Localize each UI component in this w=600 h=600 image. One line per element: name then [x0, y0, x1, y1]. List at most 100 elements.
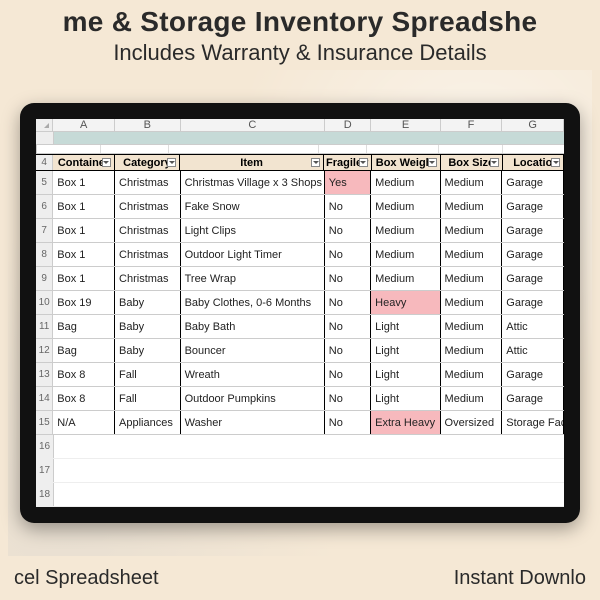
cell[interactable]: Light Clips	[181, 219, 325, 242]
col-letter[interactable]: G	[502, 119, 564, 131]
cell[interactable]: Attic	[502, 315, 564, 338]
filter-icon[interactable]	[428, 158, 437, 167]
cell[interactable]: N/A	[53, 411, 115, 434]
cell[interactable]: Wreath	[181, 363, 325, 386]
cell[interactable]: Garage	[502, 171, 564, 194]
cell[interactable]: No	[325, 387, 371, 410]
cell[interactable]: Medium	[441, 267, 503, 290]
cell[interactable]: Light	[371, 363, 440, 386]
cell[interactable]: Appliances	[115, 411, 181, 434]
cell[interactable]: Box 1	[53, 195, 115, 218]
row-number[interactable]: 9	[36, 267, 53, 290]
cell[interactable]: Medium	[441, 315, 503, 338]
cell[interactable]: No	[325, 243, 371, 266]
row-number[interactable]: 14	[36, 387, 53, 410]
cell[interactable]: Light	[371, 315, 440, 338]
cell[interactable]: Medium	[441, 339, 503, 362]
cell[interactable]: Box 1	[53, 243, 115, 266]
cell[interactable]: Garage	[502, 267, 564, 290]
row-number[interactable]: 18	[36, 483, 54, 506]
cell[interactable]: Medium	[371, 219, 440, 242]
cell[interactable]: Light	[371, 339, 440, 362]
cell[interactable]: Bouncer	[181, 339, 325, 362]
row-number[interactable]: 10	[36, 291, 53, 314]
cell[interactable]: Medium	[441, 195, 503, 218]
row-number[interactable]	[36, 132, 54, 144]
col-header-boxsize[interactable]: Box Size	[441, 155, 503, 170]
filter-icon[interactable]	[551, 158, 560, 167]
cell[interactable]: Christmas	[115, 243, 181, 266]
cell[interactable]: Fall	[115, 387, 181, 410]
cell[interactable]: No	[325, 339, 371, 362]
row-number[interactable]: 15	[36, 411, 53, 434]
row-number[interactable]: 12	[36, 339, 53, 362]
filter-icon[interactable]	[311, 158, 320, 167]
cell[interactable]: Outdoor Light Timer	[181, 243, 325, 266]
cell[interactable]: Garage	[502, 219, 564, 242]
cell[interactable]: Garage	[502, 387, 564, 410]
cell[interactable]: Baby	[115, 315, 181, 338]
row-number[interactable]: 11	[36, 315, 53, 338]
cell[interactable]: Medium	[441, 291, 503, 314]
row-number[interactable]: 16	[36, 435, 54, 458]
row-number[interactable]: 17	[36, 459, 54, 482]
cell[interactable]: Attic	[502, 339, 564, 362]
cell[interactable]: Christmas	[115, 267, 181, 290]
cell[interactable]: Medium	[371, 243, 440, 266]
cell[interactable]: Fall	[115, 363, 181, 386]
cell[interactable]: Christmas	[115, 219, 181, 242]
cell[interactable]: Baby Clothes, 0-6 Months	[181, 291, 325, 314]
cell[interactable]: Tree Wrap	[181, 267, 325, 290]
cell[interactable]: Medium	[441, 243, 503, 266]
col-letter[interactable]: D	[325, 119, 371, 131]
cell[interactable]: Baby	[115, 339, 181, 362]
cell[interactable]: Extra Heavy	[371, 411, 440, 434]
cell[interactable]: No	[325, 267, 371, 290]
col-header-container[interactable]: Container	[53, 155, 115, 170]
cell[interactable]: Storage Fac	[502, 411, 564, 434]
filter-icon[interactable]	[167, 158, 176, 167]
cell[interactable]: Garage	[502, 243, 564, 266]
select-all-corner[interactable]	[36, 119, 53, 131]
cell[interactable]: Box 1	[53, 267, 115, 290]
row-number[interactable]: 5	[36, 171, 53, 194]
cell[interactable]: Garage	[502, 363, 564, 386]
cell[interactable]: Christmas Village x 3 Shops	[181, 171, 325, 194]
col-header-boxweight[interactable]: Box Weight	[372, 155, 441, 170]
cell[interactable]: Garage	[502, 195, 564, 218]
row-number[interactable]: 6	[36, 195, 53, 218]
cell[interactable]: Fake Snow	[181, 195, 325, 218]
cell[interactable]: Baby Bath	[181, 315, 325, 338]
cell[interactable]: Garage	[502, 291, 564, 314]
cell[interactable]: No	[325, 411, 371, 434]
cell[interactable]: Bag	[53, 315, 115, 338]
cell[interactable]: Medium	[441, 363, 503, 386]
cell[interactable]: Box 8	[53, 387, 115, 410]
cell[interactable]: Christmas	[115, 195, 181, 218]
col-letter[interactable]: E	[371, 119, 440, 131]
cell[interactable]: Bag	[53, 339, 115, 362]
cell[interactable]: Medium	[441, 219, 503, 242]
filter-icon[interactable]	[359, 158, 368, 167]
cell[interactable]: Box 8	[53, 363, 115, 386]
cell[interactable]: Baby	[115, 291, 181, 314]
cell[interactable]: Box 1	[53, 171, 115, 194]
row-number[interactable]: 7	[36, 219, 53, 242]
filter-icon[interactable]	[490, 158, 499, 167]
cell[interactable]: Outdoor Pumpkins	[181, 387, 325, 410]
row-number[interactable]: 4	[36, 155, 53, 170]
cell[interactable]: No	[325, 315, 371, 338]
cell[interactable]: No	[325, 363, 371, 386]
cell[interactable]: Box 19	[53, 291, 115, 314]
cell[interactable]: Medium	[371, 171, 440, 194]
cell[interactable]: Heavy	[371, 291, 440, 314]
cell[interactable]: No	[325, 291, 371, 314]
col-letter[interactable]: B	[115, 119, 181, 131]
cell[interactable]: No	[325, 195, 371, 218]
cell[interactable]: Box 1	[53, 219, 115, 242]
cell[interactable]: Medium	[371, 267, 440, 290]
filter-icon[interactable]	[102, 158, 111, 167]
col-header-item[interactable]: Item	[180, 155, 324, 170]
cell[interactable]: Washer	[181, 411, 325, 434]
row-number[interactable]: 13	[36, 363, 53, 386]
